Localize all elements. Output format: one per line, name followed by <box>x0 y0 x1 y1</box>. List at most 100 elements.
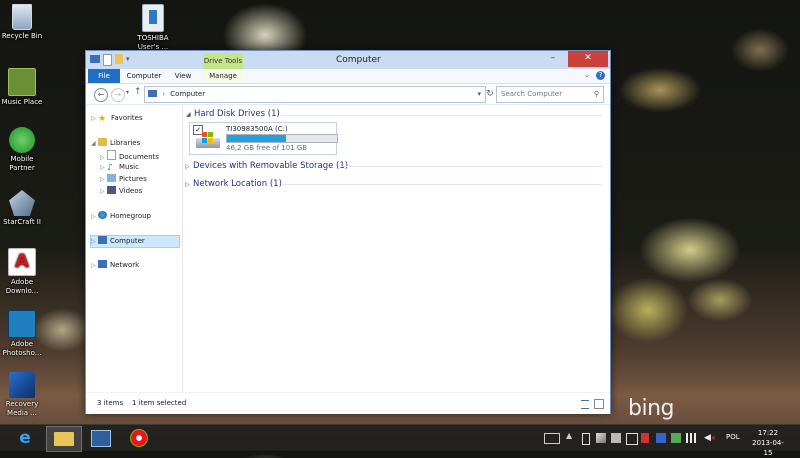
large-icons-view-icon[interactable] <box>594 399 604 409</box>
signal-icon[interactable] <box>686 433 696 443</box>
tray-app-icon-2[interactable] <box>671 433 681 443</box>
title-bar[interactable]: ▾ Drive Tools Computer – □ ✕ <box>86 51 610 69</box>
details-view-icon[interactable] <box>581 400 589 409</box>
desktop-icon-adobe-download[interactable]: A Adobe Downlo... <box>0 248 47 296</box>
new-folder-icon[interactable] <box>115 54 123 64</box>
nav-item-computer[interactable]: ▷ Computer <box>90 235 180 248</box>
expand-ribbon-icon[interactable]: ⌄ <box>584 71 590 79</box>
search-input[interactable]: Search Computer ⚲ <box>496 86 604 103</box>
group-divider <box>281 115 603 116</box>
desktop-icon-recovery-media[interactable]: Recovery Media ... <box>0 372 47 418</box>
expand-icon[interactable]: ▷ <box>100 186 107 197</box>
tab-view[interactable]: View <box>168 69 198 83</box>
display-icon[interactable] <box>626 433 638 445</box>
folder-icon <box>54 432 74 446</box>
nav-item-libraries[interactable]: ◢ Libraries <box>91 138 140 149</box>
desktop-icon-starcraft[interactable]: StarCraft II <box>0 190 47 227</box>
nav-label: Videos <box>119 187 143 195</box>
music-icon: ♪ <box>107 163 113 173</box>
internet-explorer-icon: e <box>19 428 31 448</box>
customize-chevron-icon[interactable]: ▾ <box>126 54 132 64</box>
nav-label: Network <box>110 261 140 269</box>
desktop-icon-recycle-bin[interactable]: Recycle Bin <box>0 4 47 41</box>
taskbar-file-explorer[interactable] <box>46 426 82 452</box>
pictures-icon <box>107 174 116 182</box>
help-icon[interactable]: ? <box>596 71 605 80</box>
nav-item-homegroup[interactable]: ▷ Homegroup <box>91 211 151 222</box>
nav-item-network[interactable]: ▷ Network <box>91 260 139 271</box>
nav-item-music[interactable]: ▷ ♪ Music <box>100 162 139 173</box>
back-button[interactable]: ← <box>94 88 108 102</box>
chevron-down-icon: ◢ <box>186 111 191 118</box>
tab-manage[interactable]: Manage <box>203 69 243 83</box>
action-center-flag-icon[interactable] <box>641 433 649 443</box>
desktop-icon-label: Music Place <box>1 98 43 106</box>
taskbar-internet-explorer[interactable]: e <box>8 426 42 450</box>
nav-item-favorites[interactable]: ▷ ★ Favorites <box>91 113 143 124</box>
quick-access-toolbar: ▾ <box>90 54 132 66</box>
clock[interactable]: 17:22 2013-04-15 <box>748 428 788 458</box>
group-header-devices-with-removable-storage[interactable]: ▷ Devices with Removable Storage (1) <box>185 161 348 171</box>
desktop-icon-music-place[interactable]: Music Place <box>0 68 47 107</box>
bing-logo: bing <box>628 396 675 421</box>
show-hidden-icons-icon[interactable]: ▲ <box>566 431 576 441</box>
expand-icon[interactable]: ▷ <box>91 236 98 247</box>
selected-count: 1 item selected <box>132 399 187 407</box>
volume-muted-icon[interactable]: ◀✕ <box>704 433 716 443</box>
status-bar: 3 items 1 item selected <box>86 392 610 414</box>
document-shortcut-icon <box>142 4 164 32</box>
desktop-icon-toshiba-users[interactable]: TOSHIBA User's ... <box>128 4 178 52</box>
expand-icon[interactable]: ▷ <box>100 162 107 173</box>
group-divider <box>340 166 602 167</box>
nav-label: Homegroup <box>110 212 152 220</box>
expand-icon[interactable]: ▷ <box>91 211 98 222</box>
expand-icon[interactable]: ▷ <box>91 113 98 124</box>
chevron-right-icon: ▷ <box>185 181 190 188</box>
address-dropdown-icon[interactable]: ▾ <box>477 87 481 102</box>
usb-icon[interactable] <box>611 433 621 443</box>
drive-free-space: 46,2 GB free of 101 GB <box>226 144 308 152</box>
language-indicator[interactable]: POL <box>726 433 740 441</box>
chevron-right-icon: ▷ <box>185 163 190 170</box>
nav-label: Favorites <box>111 114 143 122</box>
desktop-icon-label: TOSHIBA User's ... <box>137 34 169 51</box>
collapse-icon[interactable]: ◢ <box>91 138 98 149</box>
adobe-download-icon: A <box>8 248 36 276</box>
recent-locations-icon[interactable]: ▾ <box>126 89 129 96</box>
desktop-icon-photoshop[interactable]: Adobe Photosho... <box>0 310 47 358</box>
nav-item-pictures[interactable]: ▷ Pictures <box>100 174 147 185</box>
group-title: Network Location (1) <box>193 179 282 189</box>
battery-icon[interactable] <box>582 433 590 445</box>
close-button[interactable]: ✕ <box>568 51 608 67</box>
properties-icon[interactable] <box>103 54 112 66</box>
nav-item-videos[interactable]: ▷ Videos <box>100 186 142 197</box>
nav-item-documents[interactable]: ▷ Documents <box>100 150 159 161</box>
taskbar-remote-desktop[interactable] <box>84 426 118 450</box>
touch-keyboard-icon[interactable] <box>544 433 560 444</box>
taskbar-media-player[interactable] <box>122 426 156 450</box>
homegroup-icon <box>98 211 107 219</box>
expand-icon[interactable]: ▷ <box>100 174 107 185</box>
address-bar[interactable]: › Computer ▾ <box>144 86 486 103</box>
tab-file[interactable]: File <box>88 69 120 83</box>
network-status-icon[interactable] <box>596 433 606 443</box>
documents-icon <box>107 150 116 160</box>
drive-usage-fill <box>227 135 287 142</box>
breadcrumb[interactable]: Computer <box>170 90 205 98</box>
desktop-icon-label: Recovery Media ... <box>5 400 39 417</box>
drive-tile-c[interactable]: ✓ TI30983500A (C:) 46,2 GB free of 101 G… <box>189 122 338 155</box>
explorer-window[interactable]: ▾ Drive Tools Computer – □ ✕ File Comput… <box>85 50 611 414</box>
group-header-network-location[interactable]: ▷ Network Location (1) <box>185 179 282 189</box>
tab-computer[interactable]: Computer <box>124 69 164 83</box>
group-header-hard-disk-drives[interactable]: ◢ Hard Disk Drives (1) <box>186 109 280 119</box>
desktop-icon-mobile-partner[interactable]: Mobile Partner <box>0 127 47 173</box>
refresh-button[interactable]: ↻ <box>485 88 495 100</box>
group-title: Devices with Removable Storage (1) <box>193 161 349 171</box>
drive-name: TI30983500A (C:) <box>226 125 288 133</box>
ribbon-tabs: File Computer View Manage ⌄ ? <box>86 69 610 84</box>
expand-icon[interactable]: ▷ <box>91 260 98 271</box>
tray-app-icon[interactable] <box>656 433 666 443</box>
forward-button[interactable]: → <box>111 88 125 102</box>
minimize-button[interactable]: – <box>541 51 565 67</box>
up-button[interactable]: ↑ <box>134 87 142 97</box>
